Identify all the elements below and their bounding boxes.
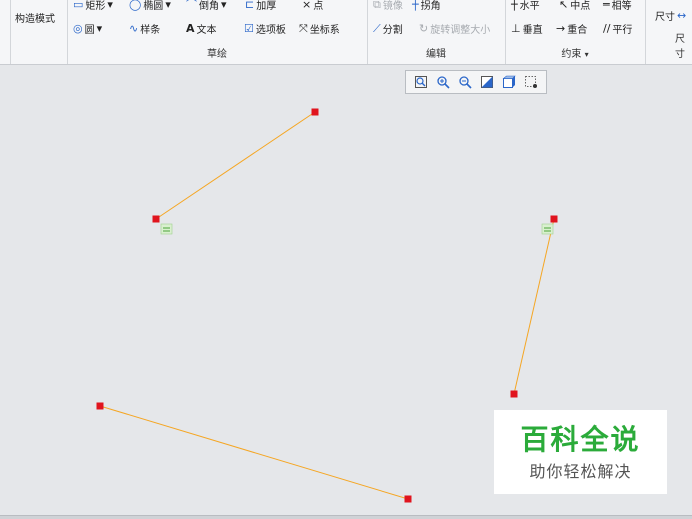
window-bottom-edge [0, 515, 692, 519]
endpoint-marker[interactable] [152, 215, 160, 223]
watermark-subtitle: 助你轻松解决 [529, 462, 632, 481]
endpoint-marker[interactable] [96, 402, 104, 410]
watermark-title: 百科全说 [520, 423, 641, 456]
watermark: 百科全说 助你轻松解决 [494, 410, 667, 494]
endpoint-marker[interactable] [404, 495, 412, 503]
sketch-line-3[interactable] [99, 405, 409, 500]
coincident-constraint-icon[interactable] [160, 223, 173, 235]
endpoint-marker[interactable] [311, 108, 319, 116]
endpoint-marker[interactable] [550, 215, 558, 223]
sketch-line-1[interactable] [155, 111, 316, 220]
coincident-constraint-icon[interactable] [541, 223, 554, 235]
sketch-line-2[interactable] [513, 218, 555, 395]
endpoint-marker[interactable] [510, 390, 518, 398]
